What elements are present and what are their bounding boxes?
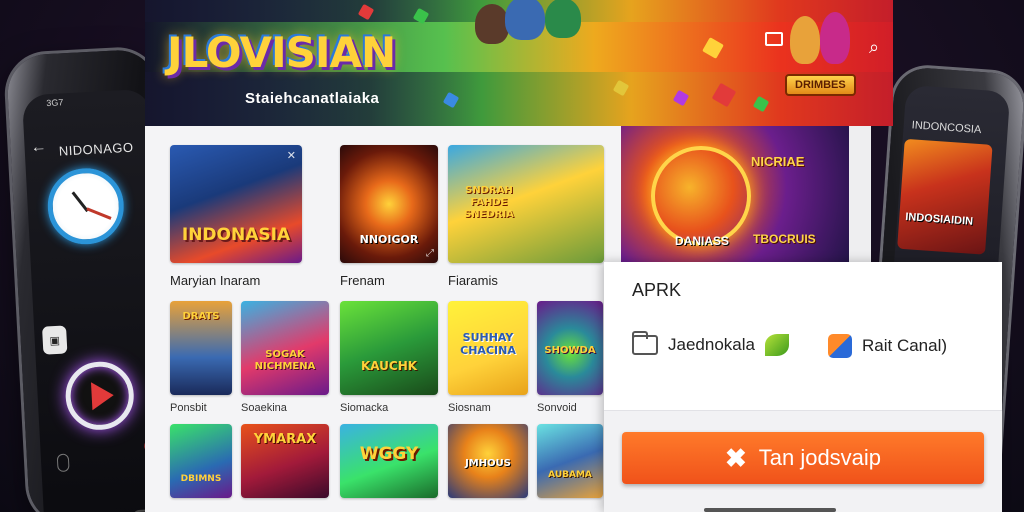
game-tile[interactable]: JMHOUS [448,424,528,498]
expand-icon[interactable]: ⤢ [426,248,434,259]
game-tile-art-title: SUHHAY CHACINA [460,331,516,357]
game-tile-art-title: JMHOUS [465,458,511,469]
game-grid-panel: INDONASIA ✕ NNOIGOR ⤢ SNDRAH FAHDE SNEDR… [145,126,621,512]
game-tile[interactable]: WGGY [340,424,438,498]
option-app-label: Rait Canal) [862,336,948,355]
right-phone-art-title: INDOSIAIDIN [904,211,974,228]
hero-banner: JLOVISIAN Staiehcanatlaiaka ⌕ DRIMBES [145,0,893,126]
back-arrow-icon[interactable]: ← [30,138,47,157]
leaf-icon [764,334,789,356]
option-app[interactable]: Rait Canal) [828,334,947,358]
game-tile-art-title: DRATS [182,311,220,322]
close-icon[interactable]: ✕ [287,149,296,162]
search-icon[interactable]: ⌕ [861,34,887,60]
game-tile-label: Sonvoid [537,402,577,414]
install-dialog: APRK Jaednokala Rait Canal) ✖ Tan jodsva… [604,262,1002,512]
game-tile-art-title: DBIMNS [180,474,222,484]
right-phone-game-art[interactable]: INDOSIAIDIN [897,138,993,255]
game-tile[interactable]: AUBAMA [537,424,603,498]
cast-icon[interactable] [765,32,783,46]
game-tile-label: Siomacka [340,402,389,414]
game-tile-label: Maryian Inaram [170,273,261,288]
hero-badge: DRIMBES [785,74,856,96]
game-tile[interactable]: DRATS [170,301,232,395]
option-files-label: Jaednokala [668,335,755,354]
game-tile-art-title: AUBAMA [548,470,592,480]
game-tile-label: Ponsbit [170,402,207,414]
game-tile-label: Soaekina [241,402,287,414]
hero-subtitle: Staiehcanatlaiaka [245,90,380,107]
drag-handle[interactable] [704,508,836,512]
game-tile-art-title: WGGY [359,444,419,464]
game-tile-art-title: INDONASIA [181,225,291,245]
game-tile-label: Frenam [340,273,385,288]
dice-icon[interactable]: ▣ [42,325,68,355]
game-tile[interactable]: SNDRAH FAHDE SNEDRIA [448,145,604,263]
install-button[interactable]: ✖ Tan jodsvaip [622,432,984,484]
panel-edge [849,126,871,262]
option-files[interactable]: Jaednokala [632,331,789,356]
game-tile[interactable]: INDONASIA ✕ [170,145,302,263]
game-tile[interactable]: KAUCHK [340,301,438,395]
game-tile[interactable]: SOGAK NICHMENA [241,301,329,395]
dialog-title: APRK [632,280,682,300]
app-logo: JLOVISIAN [167,28,396,77]
game-tile-art-title: SNDRAH FAHDE SNEDRIA [464,185,514,220]
game-tile-label: Siosnam [448,402,491,414]
folder-icon [632,331,658,355]
featured-title: NICRIAE [751,154,805,169]
featured-subtitle-right: TBOCRUIS [753,232,816,246]
game-tile[interactable]: SUHHAY CHACINA [448,301,528,395]
game-tile-label: Fiaramis [448,273,498,288]
left-phone-status: 3G7 [46,97,64,109]
app-icon [828,334,852,358]
game-tile-art-title: SOGAK NICHMENA [254,349,316,372]
featured-subtitle-left: DANIASS [675,234,730,248]
game-tile-art-title: SHOWDA [544,345,596,356]
game-tile-art-title: YMARAX [253,432,317,447]
game-tile[interactable]: NNOIGOR ⤢ [340,145,438,263]
install-button-label: Tan jodsvaip [758,445,882,470]
install-icon: ✖ [724,442,747,473]
game-tile[interactable]: DBIMNS [170,424,232,498]
featured-game-card[interactable]: NICRIAE DANIASS TBOCRUIS [621,126,849,262]
game-tile[interactable]: SHOWDA [537,301,603,395]
game-tile-art-title: KAUCHK [360,359,418,373]
featured-ring [651,146,751,246]
battery-icon [56,453,70,473]
game-tile[interactable]: YMARAX [241,424,329,498]
game-tile-art-title: NNOIGOR [359,233,419,246]
